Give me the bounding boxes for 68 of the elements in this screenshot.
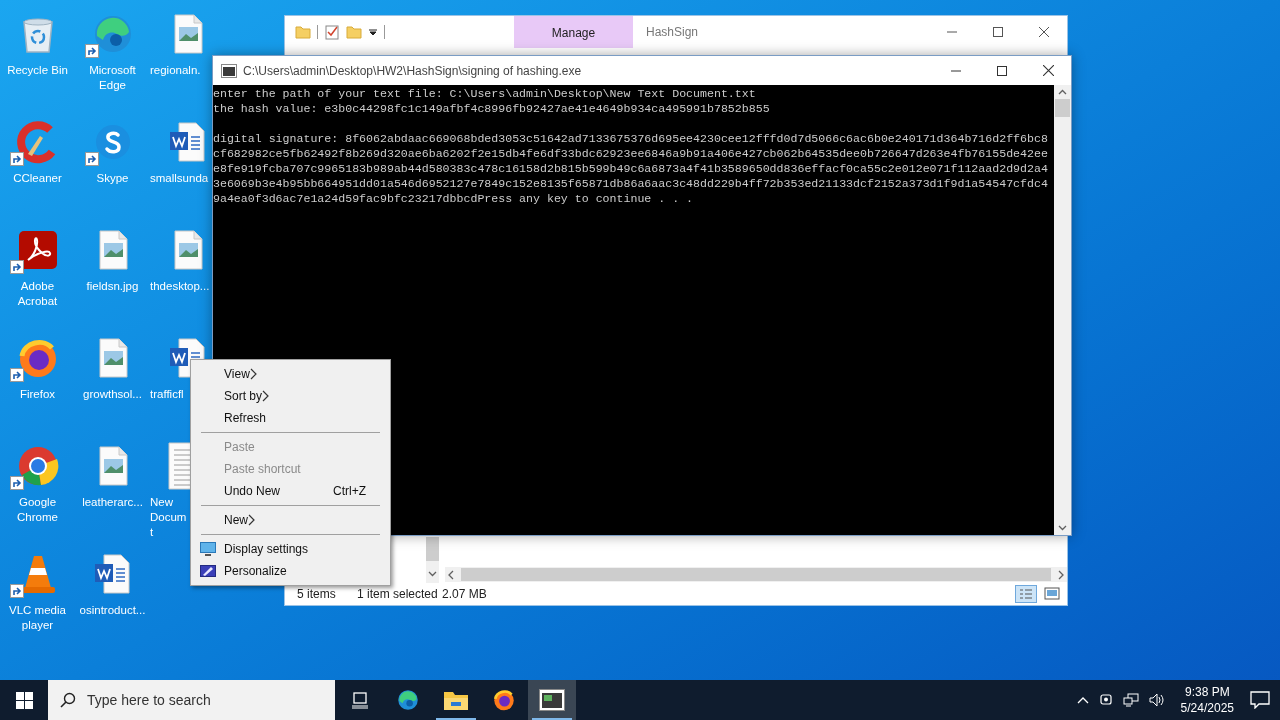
clock[interactable]: 9:38 PM 5/24/2025 (1174, 684, 1240, 716)
icon-label[interactable]: VLC media player (1, 603, 74, 633)
close-icon[interactable] (1042, 65, 1054, 76)
console-line: e8fe919fcba707c9965183b989ab44d580383c478c16158d2b815b599b49c6a6873a4f41b3589650dd836effacf0ca55c2e012e071f112aad2d9d2a4 (213, 161, 1049, 176)
file-size: 2.07 MB (442, 586, 487, 603)
icon-label[interactable]: Google Chrome (1, 495, 74, 525)
icon-label[interactable]: osintroduct... (76, 603, 149, 618)
menu-item[interactable]: View (191, 363, 390, 385)
search-icon (60, 692, 76, 708)
maximize-icon[interactable] (993, 27, 1003, 37)
scrollbar-thumb[interactable] (461, 568, 1051, 581)
tray-app-icon[interactable] (1098, 692, 1113, 708)
maximize-icon[interactable] (997, 65, 1007, 76)
console-line: enter the path of your text file: C:\Users\admin\Desktop\New Text Document.txt (213, 86, 757, 101)
icon-label[interactable]: CCleaner (1, 171, 74, 186)
scrollbar[interactable] (1054, 85, 1071, 535)
icon-label[interactable]: Adobe Acrobat (1, 279, 74, 309)
icon-label[interactable]: smallsunda (150, 171, 209, 186)
icon-label[interactable]: Firefox (1, 387, 74, 402)
chevron-up-icon[interactable] (1076, 696, 1089, 704)
checklist-icon[interactable] (324, 24, 340, 40)
icon-label[interactable]: leatherarc... (76, 495, 149, 510)
console-line: 9a4ea0f3d6ac7e1a24d59fac9bfc23217dbbcdPress any key to continue . . . (213, 191, 695, 206)
menu-item[interactable]: Personalize (191, 560, 390, 582)
personalize-icon (200, 564, 216, 578)
search-field[interactable]: Type here to search (48, 680, 335, 720)
scrollbar[interactable] (426, 537, 439, 583)
windows-logo-icon (15, 691, 33, 709)
menu-item[interactable]: Display settings (191, 538, 390, 560)
scrollbar-thumb[interactable] (1055, 99, 1070, 117)
ribbon-tab[interactable]: Manage (514, 16, 633, 48)
task-view-icon (350, 691, 370, 709)
network-icon[interactable] (1122, 693, 1139, 707)
dropdown-caret-icon[interactable] (368, 27, 378, 37)
notification-icon[interactable] (1250, 691, 1270, 709)
console-line: digital signature: 8f6062abdaac669068bded3053c51642ad7133675376d695ee4230cee12fffd0d7d5066c6ac6b0e240171d364b716d2ff6bc8 (213, 131, 1049, 146)
console-line: 3e6069b3e4b95bb664951dd01a546d6952127e7849c152e8135f65871db86a6aac3c48dd229b4ff72b353ed21133dcf2152a373d1f9d1a54547cfdc4 (213, 176, 1049, 191)
taskbar-button[interactable] (528, 680, 576, 720)
icon-label[interactable]: trafficfl (150, 387, 184, 402)
item-count: 5 items (297, 586, 337, 603)
selection-status: 1 item selected (357, 586, 439, 603)
window-title: C:\Users\admin\Desktop\HW2\HashSign\signing of hashing.exe (243, 62, 582, 80)
window-title: HashSign (646, 24, 699, 41)
folder-icon (443, 689, 469, 711)
console-icon (221, 63, 237, 78)
volume-icon[interactable] (1148, 693, 1165, 707)
monitor-icon (200, 542, 216, 556)
icon-label[interactable]: fieldsn.jpg (76, 279, 149, 294)
menu-item[interactable]: New (191, 509, 390, 531)
thumbnail-view-icon[interactable] (1041, 585, 1063, 603)
menu-item[interactable]: Sort by (191, 385, 390, 407)
menu-item[interactable]: Undo New Ctrl+Z (191, 480, 390, 502)
console-line: cf682982ce5fb62492f8b269d320ae6ba6202f2e15db4fe6df33bdc62923ee6846a9b91a406e427cb062b64535dee0b726647d263e4fb76155de42ee (213, 146, 1049, 161)
console-app-icon (539, 689, 565, 711)
firefox-icon (491, 687, 517, 713)
icon-label[interactable]: Microsoft Edge (76, 63, 149, 93)
icon-label[interactable]: thdesktop... (150, 279, 210, 294)
console-line: the hash value: e3b0c44298fc1c149afbf4c8996fb92427ae41e4649b934ca495991b7852b855 (213, 101, 771, 116)
close-icon[interactable] (1039, 27, 1049, 37)
scrollbar-thumb[interactable] (426, 537, 439, 561)
icon-label[interactable]: growthsol... (76, 387, 149, 402)
icon-label[interactable]: New Docum t (150, 495, 187, 540)
horizontal-scrollbar[interactable] (445, 567, 1067, 582)
icon-label[interactable]: regionaln. (150, 63, 201, 78)
edge-icon (395, 687, 421, 713)
icon-label[interactable]: Recycle Bin (1, 63, 74, 78)
icon-label[interactable]: Skype (76, 171, 149, 186)
menu-item[interactable]: Refresh (191, 407, 390, 429)
